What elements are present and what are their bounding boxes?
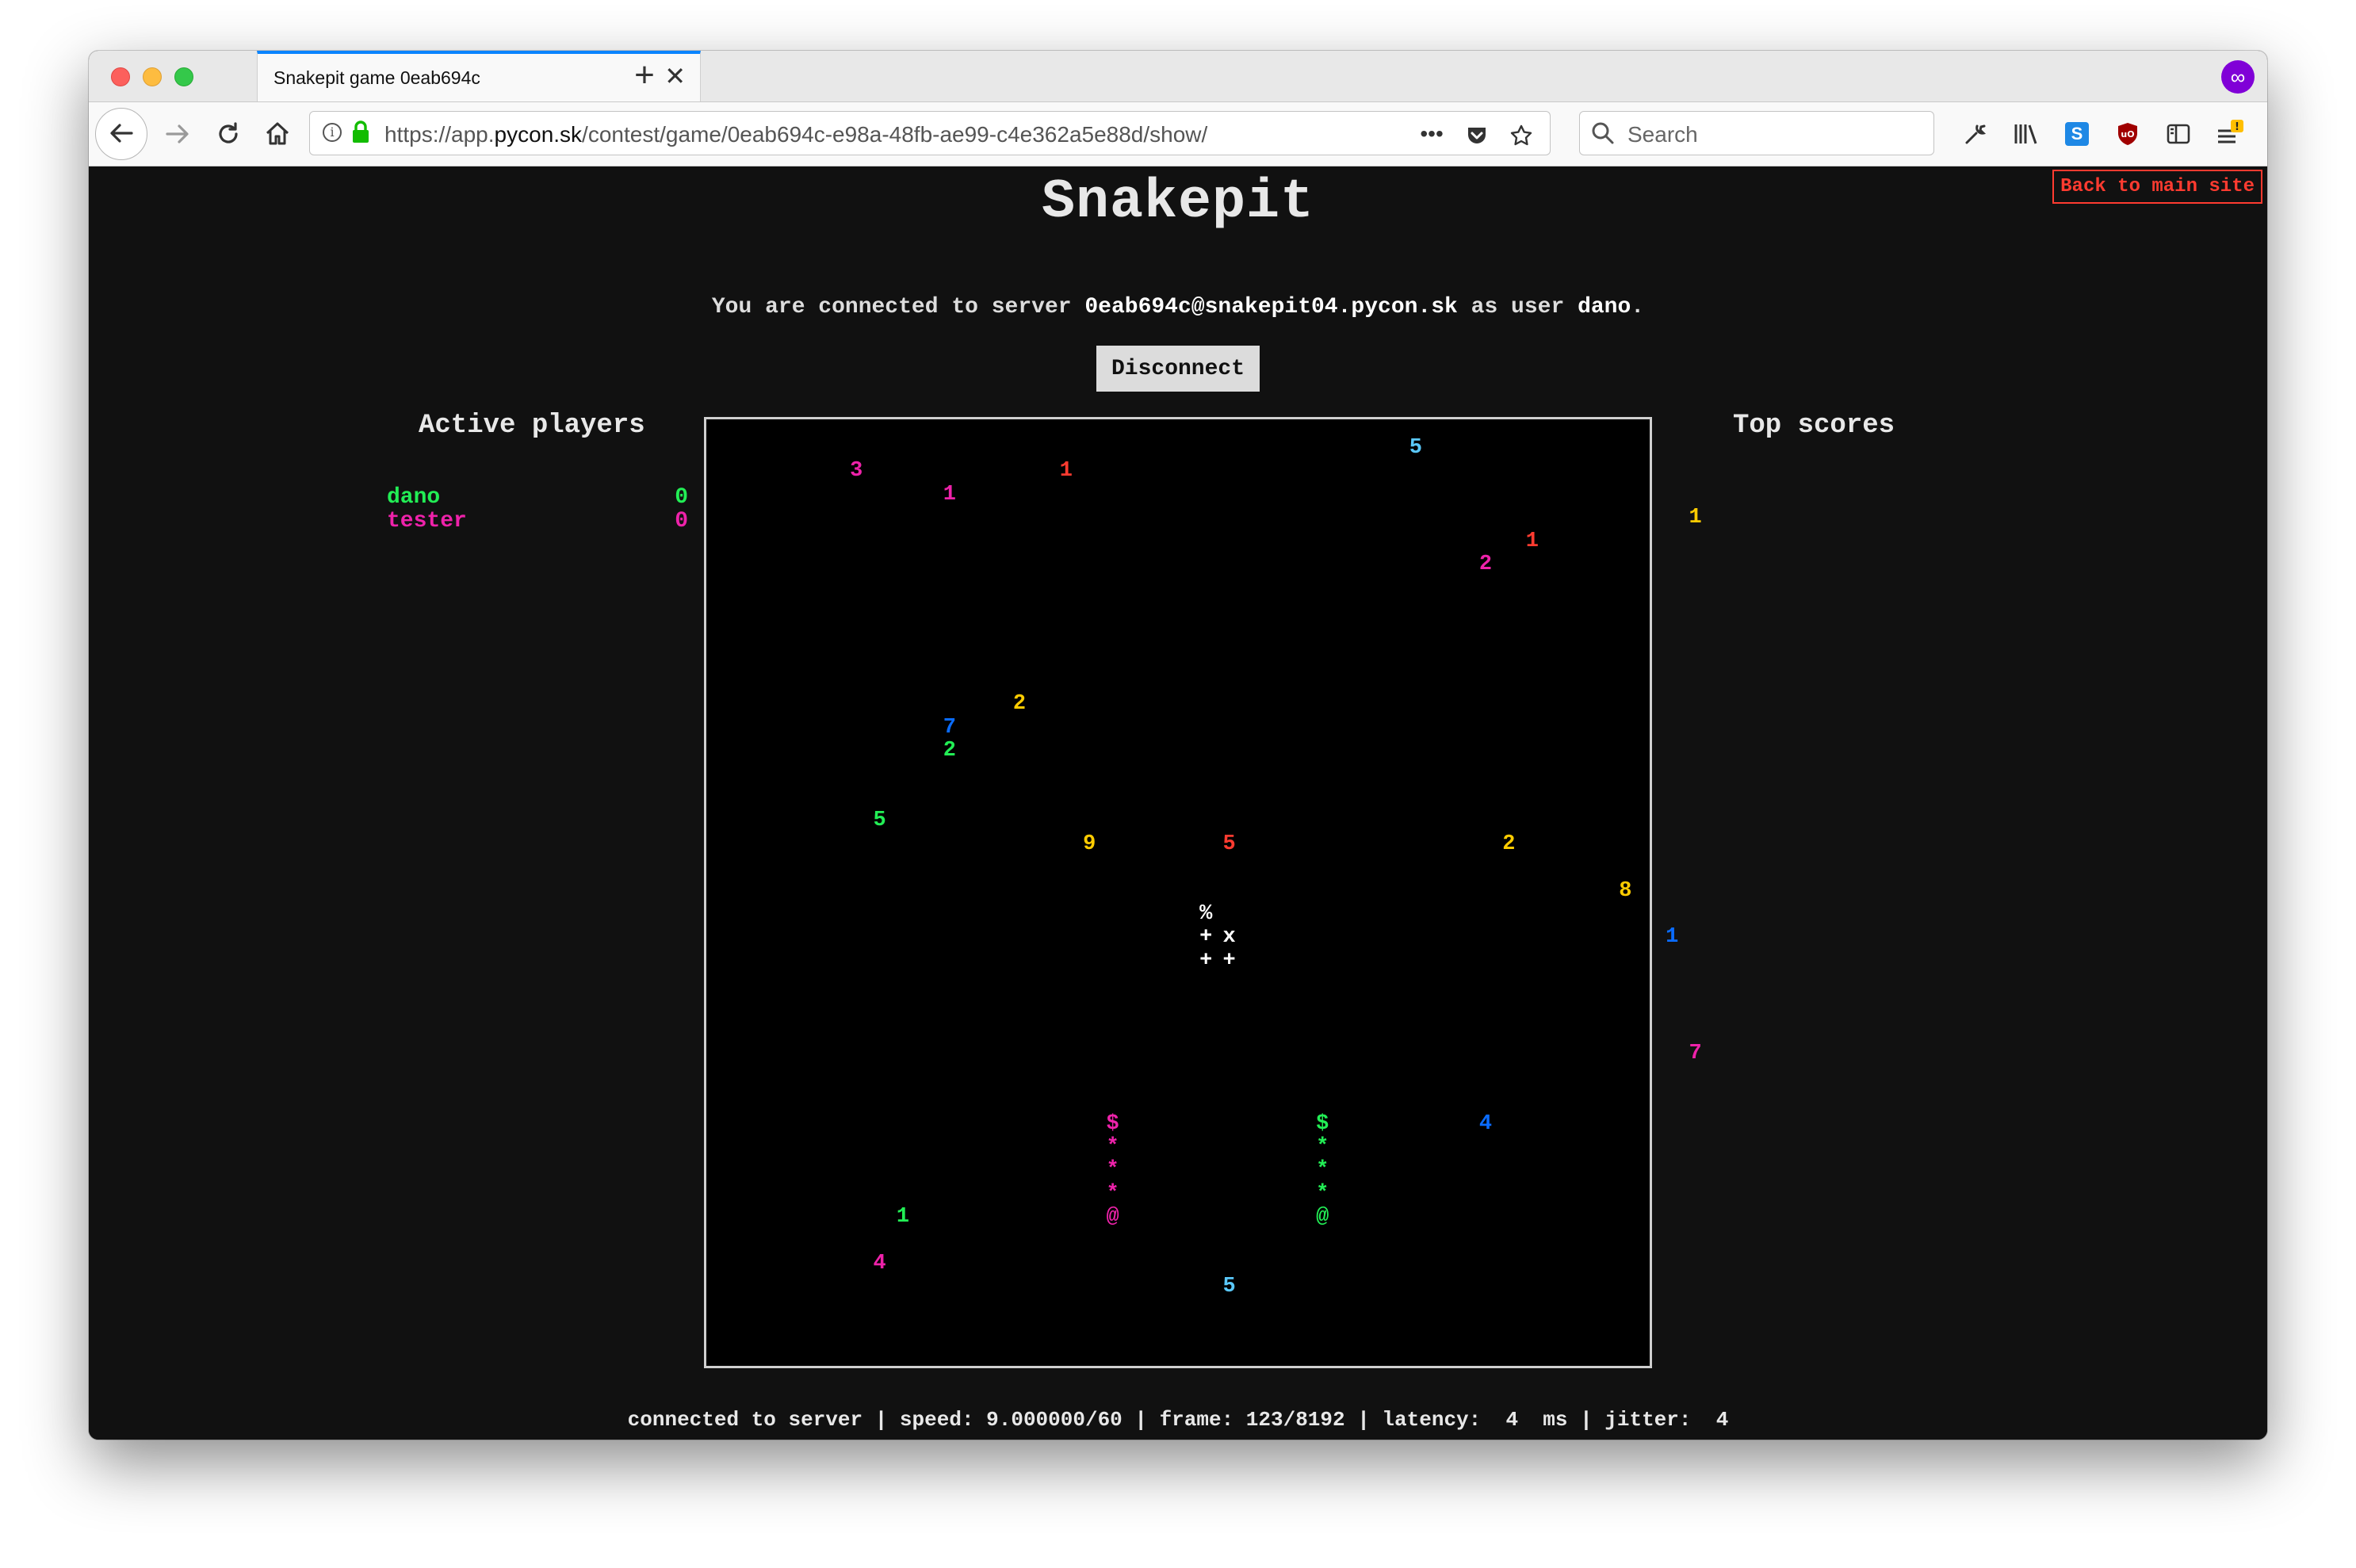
board-cell: @ [1316,1205,1329,1230]
connection-mid: as user [1457,295,1578,319]
forward-button[interactable] [155,112,200,156]
url-host: pycon.sk [494,122,583,147]
board-cell: 5 [873,809,886,833]
reload-button[interactable] [206,112,251,156]
bookmark-star-icon[interactable] [1501,118,1542,150]
board-cell: 9 [1083,832,1096,856]
board-cell: 4 [873,1252,886,1275]
board-cell: 1 [896,1205,910,1230]
extension-s-icon[interactable]: S [2055,112,2099,156]
url-scheme: https://app. [384,122,495,147]
search-placeholder: Search [1627,122,1698,147]
home-button[interactable] [255,112,300,156]
connection-prefix: You are connected to server [711,295,1085,319]
board-cell: * [1316,1181,1329,1206]
board-cell: 4 [1478,1111,1493,1136]
board-cell: 8 [1619,878,1632,903]
board-cell: x [1222,925,1236,950]
url-path: /contest/game/0eab694c-e98a-48fb-ae99-c4… [582,122,1208,147]
reload-icon [219,122,238,143]
url-bar[interactable]: i https://app.pycon.sk/contest/game/0eab… [309,111,1551,155]
library-icon[interactable] [2004,112,2048,156]
tab-strip: Snakepit game 0eab694c ✕ + ∞ [89,51,2267,102]
server-name: 0eab694c@snakepit04.pycon.sk [1084,295,1458,319]
board-cell: 7 [1689,1042,1702,1066]
forward-arrow-icon [166,124,189,143]
board-cell: $ [1316,1111,1329,1136]
board-cell: * [1106,1158,1119,1183]
browser-window: Snakepit game 0eab694c ✕ + ∞ i https://a… [89,51,2267,1440]
user-name: dano [1578,295,1631,319]
connection-info: You are connected to server 0eab694c@sna… [89,295,2267,319]
board-cell: 2 [1478,553,1493,576]
board-cell: % [1199,902,1213,926]
connection-suffix: . [1631,295,1645,319]
private-browsing-icon: ∞ [2221,60,2255,94]
search-bar[interactable]: Search [1579,111,1934,155]
navigation-bar: i https://app.pycon.sk/contest/game/0eab… [89,102,2267,166]
new-tab-button[interactable]: + [625,55,664,95]
board-cell: + [1199,925,1213,950]
pocket-icon[interactable] [1456,118,1497,150]
close-tab-icon[interactable]: ✕ [664,63,686,89]
board-cell: 1 [1666,925,1679,950]
lock-icon [353,120,369,143]
board-cell: + [1222,948,1236,973]
board-cell: $ [1106,1111,1119,1136]
url-text[interactable]: https://app.pycon.sk/contest/game/0eab69… [384,122,1207,147]
game-board: 5 3 1 1 1 1 2 2 7 2 5 9 5 2 8% + x 1 + +7 $ $4 * * * * * * 1 @ @4 5 [704,417,1702,1368]
page-content: Back to main site Snakepit You are conne… [89,166,2267,1440]
player-score: 0 [675,485,688,510]
active-players-heading: Active players [419,411,645,441]
board-cell: 1 [1059,459,1073,484]
tab-title: Snakepit game 0eab694c [273,67,480,88]
minimize-window-button[interactable] [143,67,162,86]
disconnect-button[interactable]: Disconnect [1096,346,1260,392]
board-cell: * [1106,1135,1119,1159]
board-cell: 2 [1502,832,1516,856]
ublock-shield-icon[interactable]: uO [2105,112,2150,156]
board-cell: + [1199,948,1213,973]
player-name: tester [387,509,467,534]
board-cell: * [1316,1135,1329,1159]
player-row: dano 0 [387,485,688,510]
home-icon [266,122,289,145]
board-cell: 7 [943,715,956,740]
url-actions: ••• [1411,118,1542,150]
search-icon [1592,122,1614,144]
board-cell: 5 [1409,436,1422,460]
board-cell: 2 [1012,692,1027,717]
board-cell: 1 [1525,529,1539,553]
page-title: Snakepit [1041,171,1315,234]
close-window-button[interactable] [111,67,130,86]
board-cell: 1 [943,482,956,507]
player-name: dano [387,485,441,510]
player-score: 0 [675,509,688,534]
status-bar: connected to server | speed: 9.000000/60… [627,1408,1729,1432]
top-scores-heading: Top scores [1733,411,1895,441]
board-cell: * [1106,1181,1119,1206]
board-cell: 5 [1222,832,1236,856]
menu-hamburger-icon[interactable]: ! [2207,112,2251,156]
board-cell: 3 [850,459,863,484]
zoom-window-button[interactable] [174,67,193,86]
page-actions-icon[interactable]: ••• [1411,118,1452,150]
board-cell: 5 [1222,1275,1236,1299]
svg-text:uO: uO [2121,129,2134,140]
player-row: tester 0 [387,509,688,534]
board-cell: 2 [943,739,956,763]
svg-text:!: ! [2235,121,2239,133]
sidebar-icon[interactable] [2156,112,2201,156]
back-arrow-icon [110,124,133,143]
board-cell: 1 [1689,506,1702,530]
back-button[interactable] [95,108,147,160]
board-cell: @ [1106,1205,1119,1230]
wrench-icon[interactable] [1953,112,1998,156]
board-cell: * [1316,1158,1329,1183]
site-info-icon[interactable]: i [323,123,342,142]
